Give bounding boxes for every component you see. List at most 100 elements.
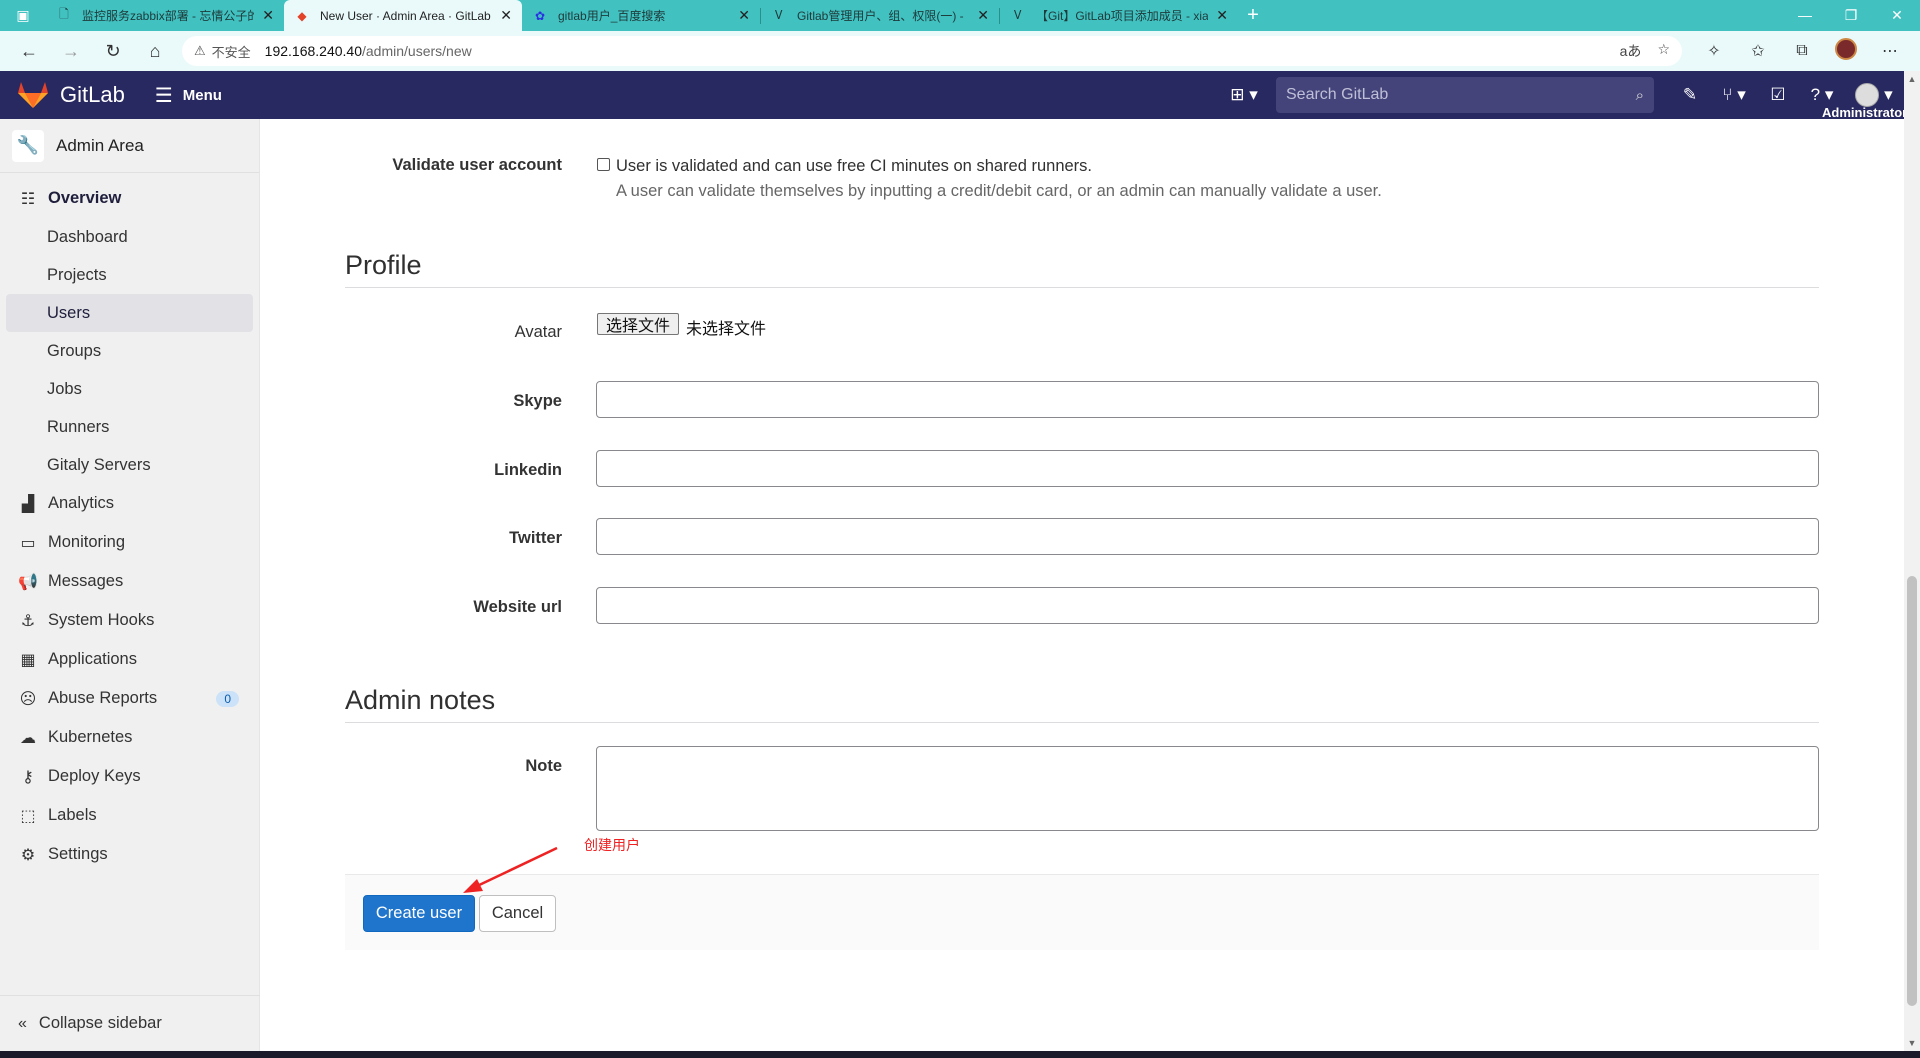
- home-icon[interactable]: ⌂: [134, 35, 176, 67]
- todos-icon[interactable]: ☑: [1756, 79, 1800, 111]
- sidebar-item-label: Labels: [48, 806, 97, 824]
- skype-label: Skype: [513, 392, 562, 410]
- address-bar[interactable]: ⚠ 不安全 192.168.240.40 /admin/users/new aあ…: [182, 36, 1682, 66]
- validate-label: Validate user account: [392, 156, 562, 174]
- extensions-icon[interactable]: ✧: [1692, 41, 1736, 61]
- close-icon[interactable]: ✕: [262, 7, 274, 24]
- close-icon[interactable]: ✕: [738, 7, 750, 24]
- cnblogs-icon: Ꮩ: [775, 8, 783, 22]
- search-icon: ⌕: [1635, 86, 1644, 104]
- validated-checkbox-label[interactable]: User is validated and can use free CI mi…: [616, 157, 1092, 176]
- admin-notes-section-title: Admin notes: [345, 685, 1819, 723]
- scrollbar-thumb[interactable]: [1907, 576, 1917, 1006]
- sidebar-item-overview[interactable]: ☷ Overview: [0, 179, 259, 218]
- sidebar-context[interactable]: 🔧 Admin Area: [0, 119, 259, 173]
- security-label[interactable]: 不安全: [212, 42, 251, 61]
- hooks-icon: ⚓: [20, 612, 36, 630]
- browser-tab[interactable]: Ꮩ Gitlab管理用户、组、权限(一) - ✕: [761, 0, 999, 31]
- browser-tab[interactable]: 🗋 监控服务zabbix部署 - 忘情公子的 ✕: [46, 0, 284, 31]
- profile-avatar-icon[interactable]: [1824, 37, 1868, 65]
- browser-tab[interactable]: Ꮩ 【Git】GitLab项目添加成员 - xia ✕: [1000, 0, 1238, 31]
- file-status: 未选择文件: [686, 321, 767, 338]
- sidebar-item-messages[interactable]: 📢 Messages: [0, 562, 259, 601]
- scroll-down-icon[interactable]: ▼: [1904, 1035, 1920, 1051]
- choose-file-button[interactable]: 选择文件: [597, 313, 680, 335]
- validated-help-text: A user can validate themselves by inputt…: [616, 182, 1382, 200]
- sidebar-item-runners[interactable]: Runners: [0, 408, 259, 446]
- close-icon[interactable]: ✕: [500, 7, 512, 24]
- address-toolbar: ← → ↻ ⌂ ⚠ 不安全 192.168.240.40 /admin/user…: [0, 31, 1920, 71]
- close-window-icon[interactable]: ✕: [1874, 7, 1920, 24]
- browser-tab[interactable]: ✿ gitlab用户_百度搜索 ✕: [522, 0, 760, 31]
- window-controls: — ❐ ✕: [1782, 7, 1920, 24]
- validated-checkbox[interactable]: [597, 158, 610, 171]
- create-new-icon[interactable]: ⊞ ▾: [1222, 79, 1266, 111]
- scroll-up-icon[interactable]: ▲: [1904, 71, 1920, 87]
- collapse-sidebar-button[interactable]: « Collapse sidebar: [0, 995, 260, 1051]
- issues-icon[interactable]: ✎: [1668, 79, 1712, 111]
- gitlab-logo[interactable]: GitLab: [18, 82, 125, 108]
- close-icon[interactable]: ✕: [1216, 7, 1228, 24]
- maximize-icon[interactable]: ❐: [1828, 7, 1874, 24]
- more-icon[interactable]: ⋯: [1868, 41, 1912, 61]
- read-aloud-icon[interactable]: aあ: [1620, 41, 1642, 61]
- tab-title: 【Git】GitLab项目添加成员 - xia: [1036, 9, 1209, 23]
- label-icon: ⬚: [20, 807, 36, 825]
- sidebar-item-users[interactable]: Users: [6, 294, 253, 332]
- sidebar-item-analytics[interactable]: ▟ Analytics: [0, 484, 259, 523]
- twitter-field[interactable]: [596, 518, 1819, 555]
- sidebar-item-dashboard[interactable]: Dashboard: [0, 218, 259, 256]
- vertical-scrollbar[interactable]: ▲ ▼: [1904, 71, 1920, 1051]
- sidebar-item-kubernetes[interactable]: ☁ Kubernetes: [0, 718, 259, 757]
- collapse-label: Collapse sidebar: [38, 1014, 162, 1032]
- sidebar-item-monitoring[interactable]: ▭ Monitoring: [0, 523, 259, 562]
- form-actions: Create user Cancel: [345, 874, 1819, 950]
- linkedin-field[interactable]: [596, 450, 1819, 487]
- analytics-icon: ▟: [21, 495, 35, 513]
- favorites-icon[interactable]: ✩: [1736, 41, 1780, 61]
- close-icon[interactable]: ✕: [977, 7, 989, 24]
- profile-section-title: Profile: [345, 250, 1819, 288]
- warning-icon[interactable]: ⚠: [194, 43, 206, 59]
- reload-icon[interactable]: ↻: [92, 35, 134, 67]
- messages-icon: 📢: [18, 573, 38, 591]
- favorite-star-icon[interactable]: ☆: [1657, 41, 1670, 61]
- sidebar-item-system-hooks[interactable]: ⚓ System Hooks: [0, 601, 259, 640]
- tab-title: gitlab用户_百度搜索: [558, 9, 666, 23]
- sidebar-item-applications[interactable]: ▦ Applications: [0, 640, 259, 679]
- menu-button[interactable]: ☰ Menu: [155, 83, 222, 108]
- taskbar: [0, 1051, 1920, 1058]
- tab-actions-icon[interactable]: ▣: [0, 0, 46, 31]
- avatar: [1855, 83, 1880, 107]
- sidebar-item-jobs[interactable]: Jobs: [0, 370, 259, 408]
- gitlab-icon: ◆: [297, 8, 307, 23]
- sidebar-item-gitaly-servers[interactable]: Gitaly Servers: [0, 446, 259, 484]
- sidebar-item-abuse-reports[interactable]: ☹ Abuse Reports 0: [0, 679, 259, 718]
- website-url-field[interactable]: [596, 587, 1819, 624]
- context-title: Admin Area: [56, 135, 144, 155]
- note-textarea[interactable]: [596, 746, 1819, 831]
- tab-title: New User · Admin Area · GitLab: [320, 8, 491, 23]
- back-icon[interactable]: ←: [8, 35, 50, 67]
- menu-label: Menu: [182, 86, 222, 104]
- settings-icon: ⚙: [20, 846, 36, 864]
- sidebar-item-groups[interactable]: Groups: [0, 332, 259, 370]
- baidu-icon: ✿: [534, 8, 546, 23]
- merge-requests-icon[interactable]: ⑂ ▾: [1712, 79, 1756, 111]
- website-url-label: Website url: [473, 598, 562, 616]
- minimize-icon[interactable]: —: [1782, 7, 1828, 24]
- browser-tab-active[interactable]: ◆ New User · Admin Area · GitLab ✕: [284, 0, 522, 31]
- forward-icon[interactable]: →: [50, 35, 92, 67]
- sidebar-item-label: Kubernetes: [48, 728, 133, 746]
- collections-icon[interactable]: ⧉: [1780, 42, 1824, 60]
- sidebar-item-labels[interactable]: ⬚ Labels: [0, 796, 259, 835]
- skype-field[interactable]: [596, 381, 1819, 418]
- new-tab-button[interactable]: +: [1238, 4, 1268, 27]
- linkedin-label: Linkedin: [494, 461, 562, 479]
- sidebar-item-projects[interactable]: Projects: [0, 256, 259, 294]
- sidebar-item-deploy-keys[interactable]: ⚷ Deploy Keys: [0, 757, 259, 796]
- note-label: Note: [525, 757, 562, 775]
- search-input[interactable]: Search GitLab ⌕: [1276, 77, 1654, 113]
- tab-title: 监控服务zabbix部署 - 忘情公子的: [82, 9, 255, 23]
- sidebar-item-settings[interactable]: ⚙ Settings: [0, 835, 259, 874]
